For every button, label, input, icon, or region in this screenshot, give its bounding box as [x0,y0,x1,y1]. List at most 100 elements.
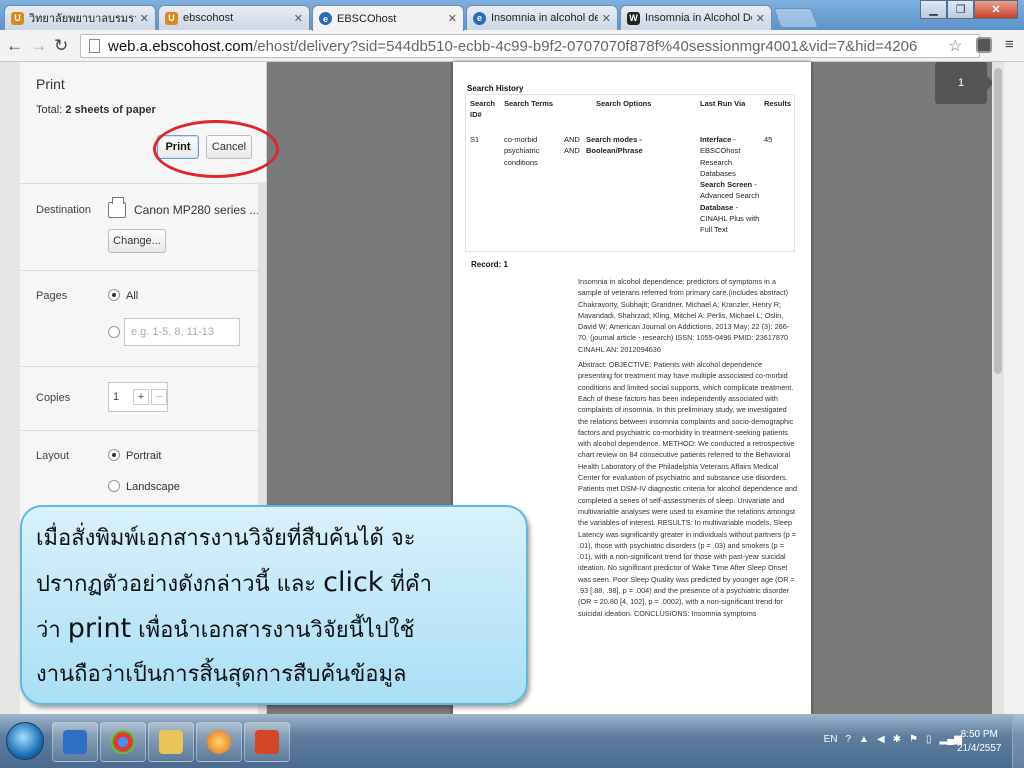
bookmark-star-icon[interactable]: ☆ [948,36,962,56]
site-favicon-icon: U [11,11,24,25]
window-close-button[interactable]: ✕ [974,0,1018,19]
total-sheets: Total: 2 sheets of paper [36,104,156,116]
copies-increment-button[interactable]: + [133,389,149,405]
page-number-indicator: 1 [935,62,994,104]
col-last-run-via: Last Run Via [700,99,746,108]
copies-field[interactable]: 1 + − [108,382,168,412]
power-icon[interactable]: ▯ [926,734,932,745]
address-bar[interactable]: web.a.ebscohost.com /ehost/delivery?sid=… [80,34,980,58]
pages-all-radio[interactable] [108,289,120,301]
row-last-run-via: Interface - EBSCOhost Research Databases… [700,135,760,235]
landscape-radio[interactable] [108,480,120,492]
taskbar-chrome[interactable] [100,722,146,762]
col-search-id: Search ID# [470,99,496,120]
highlight-circle [153,120,279,178]
url-host: web.a.ebscohost.com [108,37,254,55]
page-icon [89,39,100,53]
tab-title: Insomnia in alcohol depen [491,12,598,24]
tab-ebscohost-active[interactable]: e EBSCOhost ✕ [312,5,464,31]
destination-value: Canon MP280 series ... [134,203,260,217]
browser-toolbar: ← → ↻ web.a.ebscohost.com /ehost/deliver… [0,30,1024,62]
menu-icon[interactable]: ≡ [1005,36,1014,53]
chrome-icon [111,730,135,754]
row-search-terms: co-morbid psychiatric conditions [504,135,540,167]
site-favicon-icon: U [165,11,178,25]
callout-line-3: ว่า print เพื่อนำเอกสารงานวิจัยนี้ไปใช้ [36,613,415,644]
landscape-label: Landscape [126,481,180,493]
search-history-table: Search ID# Search Terms Search Options L… [465,94,795,252]
show-hidden-icons[interactable]: ▲ [859,734,869,745]
tab-ebscohost-search[interactable]: U ebscohost ✕ [158,5,310,30]
language-indicator[interactable]: EN [824,734,838,745]
help-icon[interactable]: ? [845,734,851,745]
tab-college[interactable]: U วิทยาลัยพยาบาลบรมราชชนนี ✕ [4,5,156,30]
clock-time: 8:50 PM [960,729,998,740]
window-controls: ▁ ❐ ✕ [920,0,1018,19]
divider [20,366,258,367]
taskbar-explorer[interactable] [148,722,194,762]
taskbar-powerpoint[interactable] [244,722,290,762]
bluetooth-icon[interactable]: ✱ [893,734,901,745]
media-player-icon [207,730,231,754]
row-search-id: S1 [470,135,480,144]
action-center-icon[interactable]: ⚑ [909,734,918,745]
ebsco-favicon-icon: e [473,11,486,25]
tab-title: วิทยาลัยพยาบาลบรมราชชนนี [29,13,136,25]
row-operators: AND AND [564,135,580,156]
minimize-button[interactable]: ▁ [920,0,947,19]
maximize-button[interactable]: ❐ [947,0,974,19]
col-search-terms: Search Terms [504,99,554,108]
system-tray: EN ? ▲ ◀ ✱ ⚑ ▯ ▂▄▆ [824,734,962,745]
extension-icon[interactable] [976,37,992,53]
portrait-label: Portrait [126,450,162,462]
clock-date: 21/4/2557 [957,743,1002,754]
forward-arrow-icon[interactable]: → [30,36,47,56]
col-results: Results [764,99,792,108]
preview-scrollbar[interactable] [992,62,1004,714]
url-path: /ehost/delivery?sid=544db510-ecbb-4c99-b… [253,37,918,55]
record-label: Record: 1 [471,260,508,269]
layout-label: Layout [36,450,70,462]
pages-range-input[interactable]: e.g. 1-5, 8, 11-13 [124,318,240,346]
copies-value: 1 [113,391,120,403]
reload-icon[interactable]: ↻ [54,36,68,56]
close-icon[interactable]: ✕ [602,12,611,25]
row-search-options: Search modes - Boolean/Phrase [586,135,643,156]
powerpoint-icon [255,730,279,754]
divider [20,183,258,184]
taskbar-media[interactable] [196,722,242,762]
change-destination-button[interactable]: Change... [108,229,166,253]
close-icon[interactable]: ✕ [294,12,303,25]
windows-taskbar: EN ? ▲ ◀ ✱ ⚑ ▯ ▂▄▆ 8:50 PM 21/4/2557 [0,714,1024,768]
tab-insomnia-wiley[interactable]: W Insomnia in Alcohol Depe ✕ [620,5,772,30]
close-icon[interactable]: ✕ [756,12,765,25]
tab-title: EBSCOhost [337,12,397,25]
copies-label: Copies [36,392,71,404]
wiley-favicon-icon: W [627,11,640,25]
start-button[interactable] [6,722,44,760]
show-desktop-button[interactable] [1012,714,1024,768]
taskbar-outlook[interactable] [52,722,98,762]
tab-title: Insomnia in Alcohol Depe [645,12,752,24]
tab-strip: U วิทยาลัยพยาบาลบรมราชชนนี ✕ U ebscohost… [0,0,1024,31]
pages-range-radio[interactable] [108,326,120,338]
tab-title: ebscohost [183,12,234,24]
back-arrow-icon[interactable]: ← [6,36,23,56]
col-search-options: Search Options [596,99,652,108]
new-tab-button[interactable] [773,8,819,28]
row-results: 45 [764,135,773,144]
print-title: Print [36,76,65,92]
tab-insomnia-ebsco[interactable]: e Insomnia in alcohol depen ✕ [466,5,618,30]
callout-line-2: ปรากฏตัวอย่างดังกล่าวนี้ และ click ที่คำ [36,567,433,598]
callout-line-1: เมื่อสั่งพิมพ์เอกสารงานวิจัยที่สืบค้นได้… [36,526,416,551]
copies-decrement-button[interactable]: − [151,389,167,405]
volume-icon[interactable]: ◀ [877,734,885,745]
portrait-radio[interactable] [108,449,120,461]
close-icon[interactable]: ✕ [140,12,149,25]
system-clock[interactable]: 8:50 PM 21/4/2557 [957,728,1002,756]
scrollbar-thumb[interactable] [994,68,1002,374]
search-history-heading: Search History [467,84,524,93]
page-edge [1004,62,1024,714]
abstract-text: Abstract: OBJECTIVE: Patients with alcoh… [578,360,798,618]
close-icon[interactable]: ✕ [448,12,457,25]
